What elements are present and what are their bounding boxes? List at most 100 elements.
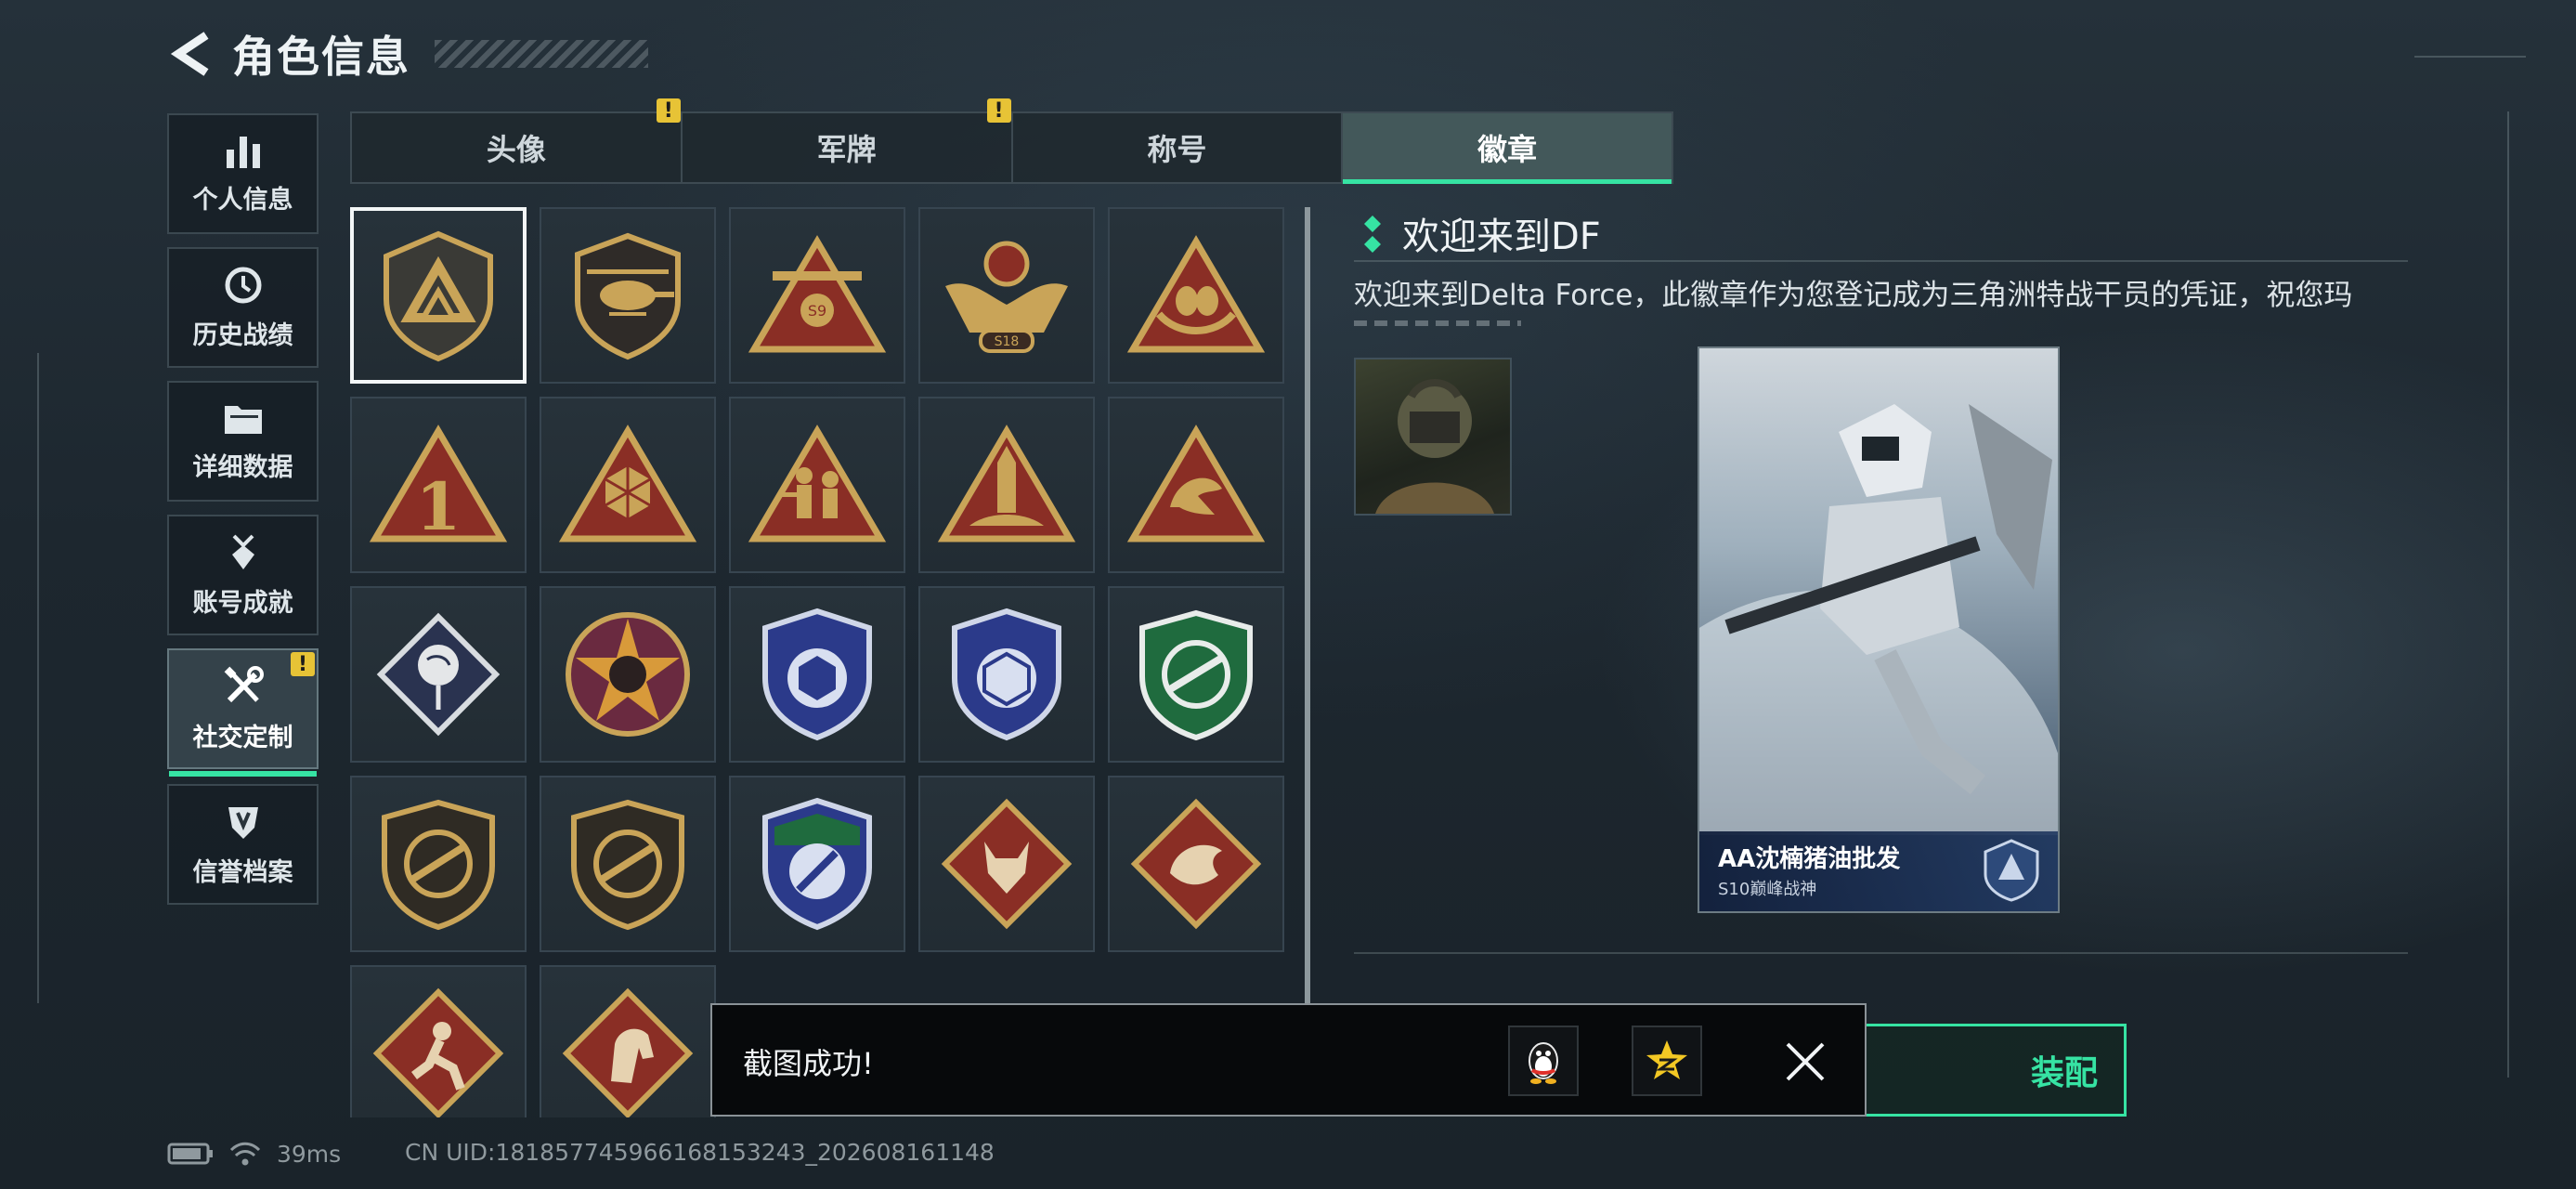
rifle-crosshair-badge-2-icon — [571, 799, 684, 931]
tab-avatar[interactable]: 头像 ! — [352, 98, 683, 182]
badge-cell[interactable] — [540, 965, 716, 1117]
sidebar-item-credit[interactable]: 信誉档案 — [167, 784, 319, 905]
svg-text:S9: S9 — [808, 302, 826, 320]
badge-cell[interactable] — [350, 965, 527, 1117]
close-icon[interactable] — [1782, 1039, 1828, 1085]
badge-cell[interactable] — [350, 586, 527, 763]
runner-badge-icon — [372, 987, 504, 1117]
share-qzone-button[interactable] — [1632, 1026, 1702, 1096]
alert-badge: ! — [291, 652, 315, 676]
clock-icon — [225, 267, 261, 303]
blue-d20-crest-badge-icon — [952, 608, 1061, 741]
tab-dogtag[interactable]: 军牌 ! — [683, 98, 1013, 182]
skull-star-badge-icon — [566, 612, 690, 737]
tab-label: 徽章 — [1477, 132, 1538, 167]
badge-cell[interactable]: S18 — [918, 207, 1095, 384]
card-nameplate: AA沈楠猪油批发 S10巅峰战神 — [1699, 831, 2058, 911]
sidebar-item-details[interactable]: 详细数据 — [167, 381, 319, 502]
badge-cell[interactable]: 1 — [350, 397, 527, 573]
badge-cell[interactable] — [1108, 397, 1284, 573]
player-rank: S10巅峰战神 — [1718, 880, 1817, 899]
folder-icon — [224, 405, 262, 434]
wifi-icon — [229, 1142, 261, 1166]
badge-cell[interactable] — [1108, 207, 1284, 384]
share-qq-button[interactable] — [1508, 1026, 1579, 1096]
tools-icon — [224, 665, 264, 702]
toast-message: 截图成功! — [743, 1046, 874, 1081]
screenshot-toast: 截图成功! — [710, 1003, 1867, 1117]
sidebar-item-label: 详细数据 — [192, 452, 293, 482]
sidebar-item-label: 账号成就 — [192, 588, 293, 618]
horse-badge-icon — [562, 987, 694, 1117]
bar-chart-icon — [226, 136, 260, 168]
hud-line-left — [37, 353, 39, 1003]
badge-cell[interactable] — [1108, 586, 1284, 763]
active-indicator — [169, 771, 317, 777]
sidebar-item-social-custom[interactable]: ! 社交定制 — [167, 648, 319, 777]
badge-cell[interactable] — [729, 776, 905, 952]
badge-cell[interactable] — [918, 586, 1095, 763]
tab-badge[interactable]: 徽章 — [1343, 113, 1672, 184]
badge-cell[interactable] — [540, 776, 716, 952]
badge-cell[interactable] — [540, 207, 716, 384]
badge-grid: S9 S18 1 — [350, 207, 1290, 1117]
svg-text:1: 1 — [416, 468, 462, 545]
page-header: 角色信息 — [167, 26, 648, 82]
wolf-badge-icon — [941, 798, 1073, 930]
rifle-crosshair-badge-icon — [382, 799, 495, 931]
user-uid: CN UID:181857745966168153243_20260816114… — [405, 1139, 995, 1166]
badge-cell[interactable] — [350, 776, 527, 952]
qzone-star-icon — [1646, 1040, 1687, 1079]
s9-biplane-badge-icon: S9 — [748, 235, 887, 353]
tab-title[interactable]: 称号 — [1013, 113, 1344, 182]
soldiers-badge-icon — [748, 425, 887, 542]
koi-fish-badge-icon — [1126, 425, 1266, 542]
sidebar-item-achievements[interactable]: 账号成就 — [167, 515, 319, 635]
tab-label: 头像 — [486, 132, 546, 167]
helicopter-badge-icon — [575, 232, 681, 360]
player-name: AA沈楠猪油批发 — [1718, 845, 1901, 873]
sidebar-item-label: 历史战绩 — [192, 320, 293, 350]
medal-icon — [231, 534, 254, 569]
svg-text:S18: S18 — [995, 334, 1020, 349]
badge-cell[interactable]: S9 — [729, 207, 905, 384]
status-bar: 39ms — [167, 1135, 341, 1172]
badge-cell[interactable] — [350, 207, 527, 384]
chevron-left-icon — [170, 32, 209, 76]
battery-icon — [167, 1143, 213, 1165]
sidebar-item-label: 信誉档案 — [192, 857, 293, 887]
badge-cell[interactable] — [729, 586, 905, 763]
sidebar-item-personal-info[interactable]: 个人信息 — [167, 113, 319, 234]
shield-icon — [228, 806, 258, 839]
dragon-badge-icon — [1130, 798, 1262, 930]
badge-cell[interactable] — [540, 586, 716, 763]
knife-crest-badge-icon — [762, 797, 872, 931]
badge-cell[interactable] — [1108, 776, 1284, 952]
player-card: AA沈楠猪油批发 S10巅峰战神 — [1698, 346, 2060, 913]
sidebar-item-history[interactable]: 历史战绩 — [167, 247, 319, 368]
divider — [1354, 260, 2408, 262]
soldier-avatar-icon — [1375, 379, 1494, 514]
back-button[interactable] — [167, 28, 214, 80]
blue-hex-crest-badge-icon — [762, 608, 872, 741]
diamond-marker-icon — [1364, 216, 1381, 253]
badge-cell[interactable] — [918, 776, 1095, 952]
rocket-badge-icon — [937, 425, 1076, 542]
avatar — [1354, 358, 1512, 516]
title-decoration — [435, 40, 648, 68]
qq-penguin-icon — [1529, 1042, 1558, 1084]
alert-badge: ! — [986, 98, 1011, 123]
sidebar-item-label: 社交定制 — [192, 723, 293, 752]
badge-cell[interactable] — [540, 397, 716, 573]
divider — [1354, 952, 2408, 954]
alert-badge: ! — [656, 98, 681, 123]
badge-title: 欢迎来到DF — [1402, 216, 1601, 258]
rank-emblem-icon — [1984, 839, 2039, 902]
hud-corner-top — [2414, 56, 2526, 58]
d20-dice-badge-icon — [558, 425, 697, 542]
number-one-badge-icon: 1 — [369, 425, 508, 545]
badge-cell[interactable] — [918, 397, 1095, 573]
tab-label: 称号 — [1147, 132, 1207, 167]
badge-cell[interactable] — [729, 397, 905, 573]
grid-scrollbar[interactable] — [1305, 207, 1310, 1006]
